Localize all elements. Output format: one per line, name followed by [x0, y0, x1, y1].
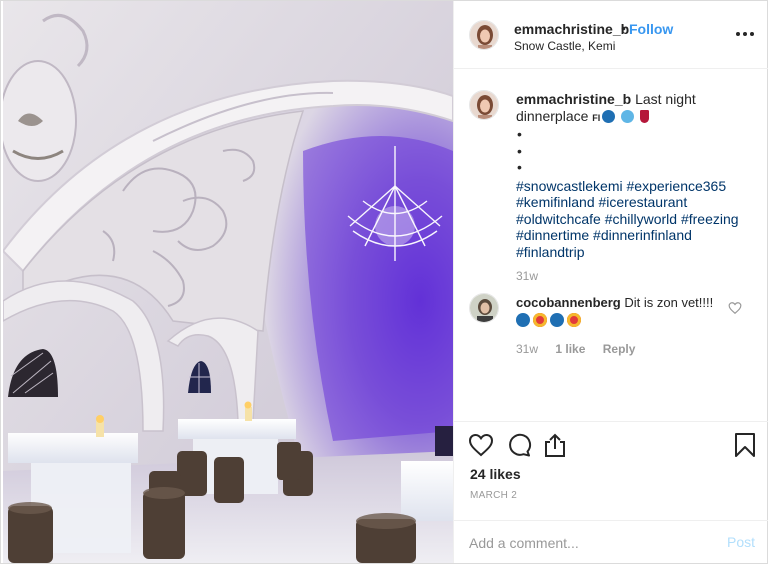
reply-button[interactable]: Reply [603, 342, 636, 356]
caption-timestamp[interactable]: 31w [516, 269, 538, 283]
snowflake-icon [550, 312, 564, 327]
heart-eyes-icon [567, 312, 581, 327]
comment-likes[interactable]: 1 like [555, 342, 585, 356]
hashtag-link[interactable]: #dinnertime [516, 227, 589, 243]
heart-icon[interactable] [468, 432, 494, 458]
snowflake-icon [516, 312, 530, 327]
add-comment-bar: Post [454, 520, 768, 562]
hashtag-link[interactable]: #freezing [681, 211, 739, 227]
post-comment-button[interactable]: Post [727, 534, 755, 550]
caption-username[interactable]: emmachristine_b [516, 91, 631, 107]
caption-bullet: • [517, 159, 522, 175]
commenter-avatar[interactable] [469, 293, 499, 323]
caption-bullet: • [517, 142, 522, 159]
heart-eyes-icon [533, 312, 547, 327]
add-comment-input[interactable] [469, 533, 699, 553]
hashtag-link[interactable]: #chillyworld [605, 211, 677, 227]
post-date: MARCH 2 [470, 490, 518, 501]
post-caption: emmachristine_b Last night dinnerplace F… [516, 91, 756, 260]
comment-text: Dit is zon vet!!!! [624, 295, 714, 310]
post-sidebar: emmachristine_b • Follow Snow Castle, Ke… [453, 1, 768, 563]
comment-like-heart-icon[interactable] [728, 301, 742, 315]
hashtag-link[interactable]: #icerestaurant [599, 194, 688, 210]
comment-meta: 31w 1 like Reply [516, 342, 649, 356]
bookmark-icon[interactable] [732, 432, 758, 458]
caption-bullet: • [517, 126, 522, 142]
follow-button[interactable]: Follow [629, 21, 673, 37]
flag-fi-icon: FI [592, 112, 601, 123]
author-avatar[interactable] [469, 20, 499, 50]
more-horizontal-icon[interactable] [736, 23, 756, 43]
comment-emojis [516, 311, 584, 327]
likes-count[interactable]: 24 likes [470, 466, 521, 482]
hashtag-link[interactable]: #experience365 [627, 178, 727, 194]
hashtag-list: #snowcastlekemi #experience365 #kemifinl… [516, 178, 756, 261]
hashtag-link[interactable]: #oldwitchcafe [516, 211, 601, 227]
post-photo[interactable] [3, 1, 453, 563]
post-actions: 24 likes MARCH 2 Post [454, 421, 768, 561]
comment-icon[interactable] [506, 432, 532, 458]
hashtag-link[interactable]: #snowcastlekemi [516, 178, 623, 194]
hashtag-link[interactable]: #finlandtrip [516, 244, 585, 260]
cold-face-icon [621, 109, 635, 123]
comment-timestamp[interactable]: 31w [516, 342, 538, 356]
wine-glass-icon [640, 109, 650, 123]
caption-avatar[interactable] [469, 90, 499, 120]
author-username[interactable]: emmachristine_b [514, 21, 629, 37]
snowflake-icon [602, 109, 616, 123]
post-header: emmachristine_b • Follow Snow Castle, Ke… [454, 1, 768, 69]
share-icon[interactable] [542, 432, 568, 458]
comment-username[interactable]: cocobannenberg [516, 295, 621, 310]
hashtag-link[interactable]: #dinnerinfinland [593, 227, 692, 243]
comment: cocobannenberg Dit is zon vet!!!! [516, 294, 726, 311]
instagram-post: emmachristine_b • Follow Snow Castle, Ke… [0, 0, 768, 564]
hashtag-link[interactable]: #kemifinland [516, 194, 595, 210]
separator-dot: • [621, 20, 626, 36]
post-location[interactable]: Snow Castle, Kemi [514, 39, 615, 53]
